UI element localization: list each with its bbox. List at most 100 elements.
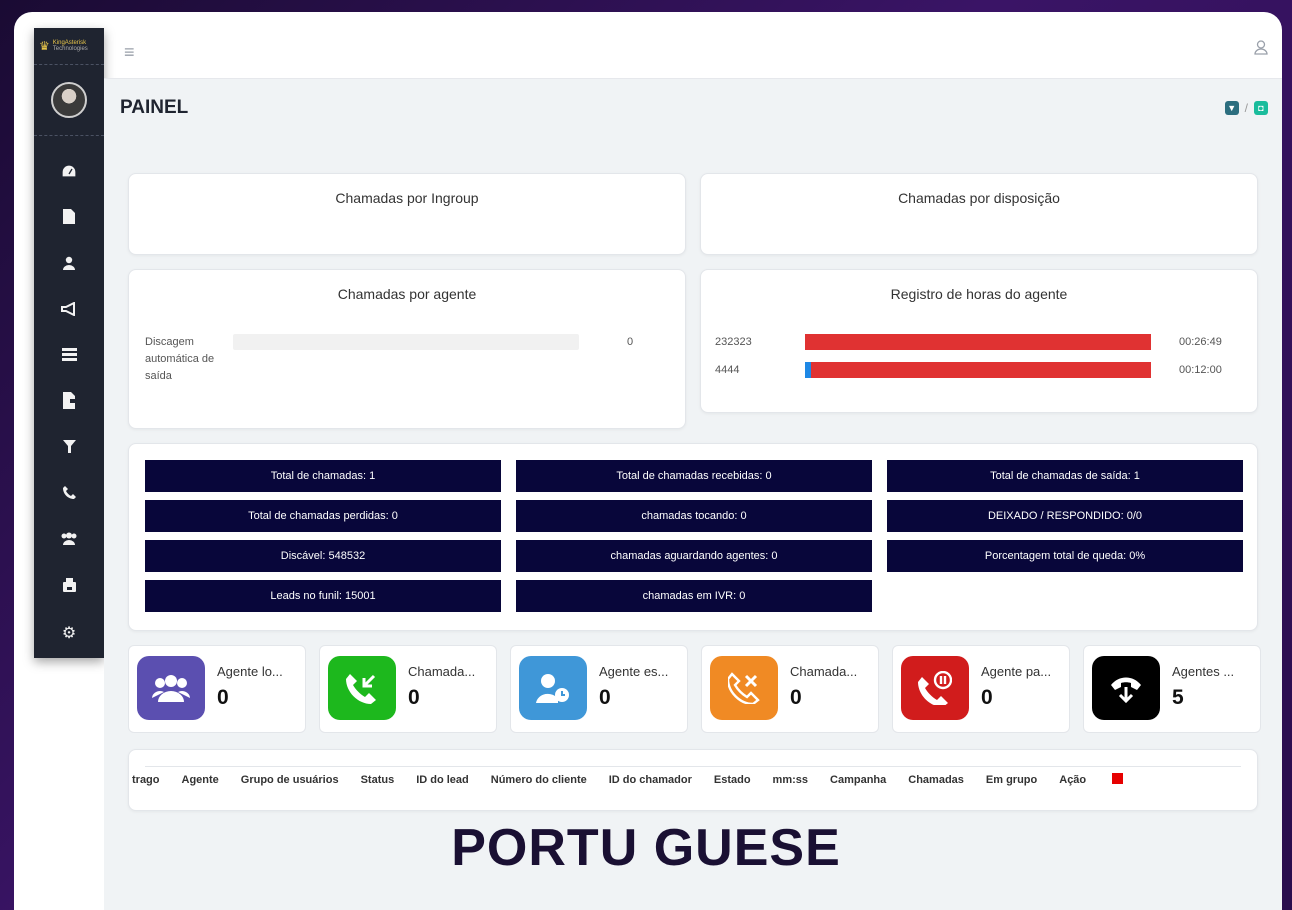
printer-icon [62,577,76,597]
filter-icon [62,440,76,458]
stat-waiting-calls: chamadas aguardando agentes: 0 [516,540,872,572]
col-header[interactable]: Em grupo [986,774,1037,786]
col-header[interactable]: Status [361,774,395,786]
avatar[interactable] [51,82,87,118]
agent-card-value: 0 [981,686,993,709]
stat-ivr-calls: chamadas em IVR: 0 [516,580,872,612]
agent-card-logged-in[interactable]: Agente lo... 0 [128,645,306,733]
agent-card-value: 0 [217,686,229,709]
hours-row-time: 00:12:00 [1179,364,1222,376]
agent-card-value: 0 [408,686,420,709]
hours-row-label: 4444 [715,364,740,376]
brand-logo[interactable]: ♛ KingAsterisk Technologies [34,28,104,65]
hours-row-time: 00:26:49 [1179,336,1222,348]
stat-outbound-calls: Total de chamadas de saída: 1 [887,460,1243,492]
col-header[interactable]: ID do lead [416,774,469,786]
file-icon [63,209,75,229]
page-title: PAINEL [120,97,189,118]
agent-card-waiting-agents[interactable]: Agente es... 0 [510,645,688,733]
hours-row-bar [805,362,1151,378]
megaphone-icon [61,300,77,321]
sidebar: ♛ KingAsterisk Technologies ⚙ [34,28,104,658]
stat-lost-calls: Total de chamadas perdidas: 0 [145,500,501,532]
sidebar-item-documents[interactable] [34,380,104,426]
card-calls-by-disposition: Chamadas por disposição [700,173,1258,255]
col-header[interactable]: Grupo de usuários [241,774,339,786]
incoming-call-icon [328,656,396,720]
language-caption: PORTU GUESE [451,819,841,877]
sidebar-item-calls[interactable] [34,472,104,518]
missed-call-icon [710,656,778,720]
sidebar-item-dashboard[interactable] [34,150,104,196]
topbar: ≡ [104,28,1282,79]
agent-card-paused-agents[interactable]: Agente pa... 0 [892,645,1070,733]
users-icon [60,532,78,550]
agent-card-value: 0 [790,686,802,709]
stat-total-calls: Total de chamadas: 1 [145,460,501,492]
agent-card-label: Chamada... [408,664,476,679]
breadcrumb-separator: / [1244,101,1248,115]
filter-toggle-icon[interactable]: ▼ [1224,101,1239,115]
agent-card-missed-calls[interactable]: Chamada... 0 [701,645,879,733]
col-header[interactable]: Chamadas [908,774,964,786]
agent-card-label: Agente lo... [217,664,283,679]
col-header[interactable]: Estado [714,774,751,786]
col-header[interactable]: trago [132,774,160,786]
col-header[interactable]: Número do cliente [491,774,587,786]
document-icon [63,392,75,414]
stat-leads-in-hopper: Leads no funil: 15001 [145,580,501,612]
col-header[interactable]: mm:ss [773,774,808,786]
col-header[interactable]: ID do chamador [609,774,692,786]
card-title: Registro de horas do agente [890,286,1068,302]
users-icon [137,656,205,720]
app-window: ♛ KingAsterisk Technologies ⚙ ≡ PAINEL ▼… [14,12,1282,910]
agent-card-label: Agentes ... [1172,664,1235,679]
main-content: PAINEL ▼ / ◘ Chamadas por Ingroup Chamad… [104,79,1282,910]
refresh-icon[interactable]: ◘ [1254,101,1268,115]
user-clock-icon [519,656,587,720]
sidebar-item-filters[interactable] [34,426,104,472]
sidebar-item-groups[interactable] [34,518,104,564]
stat-ringing-calls: chamadas tocando: 0 [516,500,872,532]
user-menu-icon[interactable] [1254,40,1268,60]
col-header[interactable]: Agente [182,774,219,786]
stat-dialable: Discável: 548532 [145,540,501,572]
sidebar-nav: ⚙ [34,136,104,656]
card-title: Chamadas por Ingroup [335,190,479,206]
stat-drop-percentage: Porcentagem total de queda: 0% [887,540,1243,572]
agent-card-incoming-calls[interactable]: Chamada... 0 [319,645,497,733]
menu-toggle-icon[interactable]: ≡ [124,42,135,63]
agent-card-label: Agente pa... [981,664,1052,679]
agent-card-agents-total[interactable]: Agentes ... 5 [1083,645,1261,733]
sidebar-item-users[interactable] [34,242,104,288]
card-title: Chamadas por disposição [898,190,1060,206]
agent-row-label: Discagem automática de saída [145,336,215,382]
hangup-icon [1092,656,1160,720]
agent-row-bar [233,334,579,350]
stat-inbound-calls: Total de chamadas recebidas: 0 [516,460,872,492]
col-header[interactable]: Ação [1059,774,1086,786]
sidebar-item-campaigns[interactable] [34,288,104,334]
col-header[interactable]: Campanha [830,774,886,786]
phone-icon [62,486,76,504]
brand-sub: Technologies [52,46,88,52]
card-agent-hours: Registro de horas do agente 232323 00:26… [700,269,1258,413]
stat-dropped-answered: DEIXADO / RESPONDIDO: 0/0 [887,500,1243,532]
agent-card-value: 5 [1172,686,1184,709]
sidebar-item-settings[interactable]: ⚙ [34,610,104,656]
agent-card-label: Agente es... [599,664,669,679]
hours-row-label: 232323 [715,336,752,348]
action-select-icon[interactable] [1112,773,1124,784]
hours-row-bar-segment [805,362,811,378]
gear-icon: ⚙ [61,625,77,642]
agent-card-value: 0 [599,686,611,709]
sidebar-item-lists[interactable] [34,334,104,380]
sidebar-item-files[interactable] [34,196,104,242]
agent-card-label: Chamada... [790,664,858,679]
sidebar-item-print[interactable] [34,564,104,610]
paused-call-icon [901,656,969,720]
card-calls-by-ingroup: Chamadas por Ingroup [128,173,686,255]
card-call-stats: Total de chamadas: 1 Total de chamadas r… [128,443,1258,631]
hours-row-bar [805,334,1151,350]
card-title: Chamadas por agente [337,286,477,302]
